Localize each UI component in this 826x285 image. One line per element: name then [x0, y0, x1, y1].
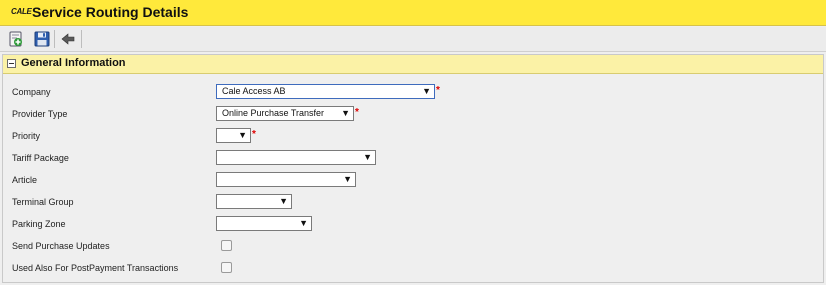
collapse-icon[interactable]	[7, 59, 16, 68]
used-also-postpayment-checkbox[interactable]	[221, 262, 232, 273]
required-marker: *	[252, 129, 256, 140]
chevron-down-icon: ▼	[343, 174, 352, 184]
company-label: Company	[12, 87, 51, 97]
chevron-down-icon: ▼	[341, 108, 350, 118]
parking-zone-label: Parking Zone	[12, 219, 66, 229]
page-title: Service Routing Details	[32, 4, 189, 20]
toolbar-separator	[81, 30, 82, 48]
tariff-package-label: Tariff Package	[12, 153, 69, 163]
cale-logo: CALE	[11, 7, 32, 16]
save-button[interactable]	[33, 30, 51, 48]
provider-type-select[interactable]: Online Purchase Transfer ▼	[216, 106, 354, 121]
priority-select[interactable]: ▼	[216, 128, 251, 143]
company-value: Cale Access AB	[222, 86, 286, 96]
toolbar-separator	[54, 30, 55, 48]
terminal-group-label: Terminal Group	[12, 197, 74, 207]
back-arrow-icon	[61, 33, 75, 45]
toolbar	[0, 27, 826, 52]
chevron-down-icon: ▼	[279, 196, 288, 206]
chevron-down-icon: ▼	[422, 86, 431, 96]
provider-type-value: Online Purchase Transfer	[222, 108, 325, 118]
chevron-down-icon: ▼	[363, 152, 372, 162]
tariff-package-select[interactable]: ▼	[216, 150, 376, 165]
required-marker: *	[436, 85, 440, 96]
provider-type-label: Provider Type	[12, 109, 68, 119]
send-purchase-updates-checkbox[interactable]	[221, 240, 232, 251]
title-bar: CALE Service Routing Details	[0, 0, 826, 26]
article-select[interactable]: ▼	[216, 172, 356, 187]
section-title: General Information	[21, 57, 126, 69]
terminal-group-select[interactable]: ▼	[216, 194, 292, 209]
article-label: Article	[12, 175, 38, 185]
company-select[interactable]: Cale Access AB ▼	[216, 84, 435, 99]
add-new-icon	[9, 31, 22, 47]
parking-zone-select[interactable]: ▼	[216, 216, 312, 231]
add-new-button[interactable]	[7, 30, 25, 48]
back-button[interactable]	[59, 30, 77, 48]
save-icon	[34, 31, 50, 47]
priority-label: Priority	[12, 131, 41, 141]
section-header[interactable]: General Information	[3, 55, 823, 74]
send-purchase-updates-label: Send Purchase Updates	[12, 241, 110, 251]
chevron-down-icon: ▼	[299, 218, 308, 228]
required-marker: *	[355, 107, 359, 118]
used-also-postpayment-label: Used Also For PostPayment Transactions	[12, 263, 179, 273]
chevron-down-icon: ▼	[238, 130, 247, 140]
